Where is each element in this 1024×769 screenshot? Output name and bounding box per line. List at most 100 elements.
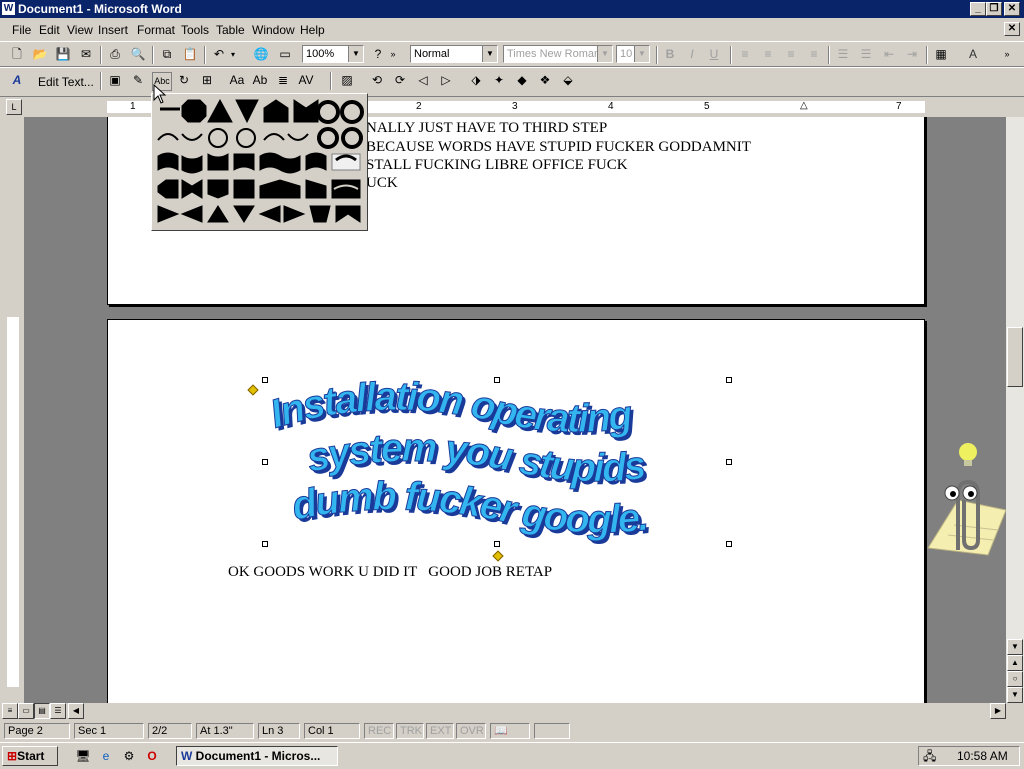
tray-icon[interactable]: 🖧: [923, 749, 936, 763]
status-rec[interactable]: REC: [364, 723, 394, 739]
internet-explorer-icon[interactable]: e: [97, 748, 115, 765]
select-browse-object-icon[interactable]: ○: [1007, 671, 1023, 687]
status-ext[interactable]: EXT: [426, 723, 454, 739]
more-buttons-icon[interactable]: »: [388, 46, 398, 63]
underline-icon[interactable]: U: [705, 46, 723, 63]
menu-view[interactable]: View: [67, 23, 93, 37]
tilt-left-icon[interactable]: ◁: [414, 72, 432, 89]
minimize-button[interactable]: _: [970, 2, 986, 16]
resize-handle[interactable]: [494, 541, 500, 547]
3d-color-icon[interactable]: ❖: [536, 72, 554, 89]
scroll-left-icon[interactable]: ◀: [68, 703, 84, 719]
chevron-down-icon[interactable]: ▾: [228, 46, 238, 63]
web-layout-icon[interactable]: ▭: [18, 703, 34, 719]
menu-file[interactable]: File: [12, 23, 31, 37]
menu-edit[interactable]: Edit: [39, 23, 60, 37]
same-letter-heights-icon[interactable]: Aa: [228, 72, 246, 89]
resize-handle[interactable]: [262, 541, 268, 547]
text-wrapping-icon[interactable]: ⊞: [198, 72, 216, 89]
font-size-select[interactable]: 10 ▼: [616, 45, 650, 63]
vertical-scrollbar[interactable]: ▼ ▲ ○ ▼: [1006, 117, 1024, 703]
resize-handle[interactable]: [494, 377, 500, 383]
insert-wordart-icon[interactable]: A: [8, 72, 26, 89]
print-layout-icon[interactable]: ▤: [34, 703, 50, 719]
alignment-icon[interactable]: ≣: [274, 72, 292, 89]
adjust-handle[interactable]: [247, 384, 259, 396]
wordart-gallery-icon[interactable]: ▣: [106, 72, 124, 89]
table-icon[interactable]: ▭: [276, 46, 294, 63]
free-rotate-icon[interactable]: ↻: [175, 72, 193, 89]
bold-icon[interactable]: B: [661, 46, 679, 63]
scroll-thumb[interactable]: [1007, 327, 1023, 387]
doc-close-button[interactable]: ✕: [1004, 22, 1020, 36]
align-center-icon[interactable]: ≡: [759, 46, 777, 63]
italic-icon[interactable]: I: [683, 46, 701, 63]
tab-selector[interactable]: L: [6, 99, 22, 115]
resize-handle[interactable]: [726, 459, 732, 465]
direction-icon[interactable]: ⬗: [467, 72, 485, 89]
paste-icon[interactable]: 📋: [181, 46, 199, 63]
save-icon[interactable]: 💾: [54, 46, 72, 63]
copy-icon[interactable]: ⧉: [158, 46, 176, 63]
menu-table[interactable]: Table: [216, 23, 245, 37]
previous-page-icon[interactable]: ▲: [1007, 655, 1023, 671]
adjust-handle[interactable]: [492, 550, 504, 562]
character-spacing-icon[interactable]: AV: [297, 72, 315, 89]
numbering-icon[interactable]: ☰: [834, 46, 852, 63]
new-icon[interactable]: 🗋: [8, 46, 26, 63]
bullets-icon[interactable]: ☰: [857, 46, 875, 63]
resize-handle[interactable]: [262, 377, 268, 383]
align-left-icon[interactable]: ≡: [736, 46, 754, 63]
border-icon[interactable]: ▦: [932, 46, 950, 63]
print-icon[interactable]: ⎙: [106, 46, 124, 63]
font-select[interactable]: Times New Roman ▼: [503, 45, 613, 63]
vertical-text-icon[interactable]: Ab: [251, 72, 269, 89]
status-ovr[interactable]: OVR: [456, 723, 486, 739]
tilt-down-icon[interactable]: ⟳: [391, 72, 409, 89]
taskbar-button-word[interactable]: W Document1 - Micros...: [176, 746, 338, 766]
undo-icon[interactable]: ↶: [210, 46, 228, 63]
start-button[interactable]: ⊞Start: [2, 746, 58, 766]
quicklaunch-icon[interactable]: ⚙: [120, 748, 138, 765]
menu-window[interactable]: Window: [252, 23, 295, 37]
font-color-icon[interactable]: A: [964, 46, 982, 63]
vertical-ruler[interactable]: [0, 117, 24, 703]
hyperlink-icon[interactable]: 🌐: [252, 46, 270, 63]
lighting-icon[interactable]: ✦: [490, 72, 508, 89]
print-preview-icon[interactable]: 🔍: [129, 46, 147, 63]
opera-icon[interactable]: O: [143, 748, 161, 765]
spelling-status-icon[interactable]: 📖: [490, 723, 530, 739]
depth-icon[interactable]: ⬙: [559, 72, 577, 89]
office-assistant[interactable]: [918, 440, 1008, 560]
increase-indent-icon[interactable]: ⇥: [903, 46, 921, 63]
zoom-select[interactable]: 100% ▼: [302, 45, 364, 63]
close-button[interactable]: ✕: [1004, 2, 1020, 16]
justify-icon[interactable]: ≡: [805, 46, 823, 63]
decrease-indent-icon[interactable]: ⇤: [880, 46, 898, 63]
outline-view-icon[interactable]: ☰: [50, 703, 66, 719]
horizontal-scrollbar[interactable]: ≡ ▭ ▤ ☰ ◀ ▶: [0, 703, 1024, 719]
status-trk[interactable]: TRK: [396, 723, 424, 739]
title-bar[interactable]: W Document1 - Microsoft Word _ ❐ ✕: [0, 0, 1024, 18]
show-desktop-icon[interactable]: 🖥: [74, 748, 92, 765]
menu-insert[interactable]: Insert: [98, 23, 128, 37]
normal-view-icon[interactable]: ≡: [2, 703, 18, 719]
edit-text-button[interactable]: Edit Text...: [38, 75, 94, 89]
resize-handle[interactable]: [262, 459, 268, 465]
more-buttons-icon-2[interactable]: »: [1000, 46, 1014, 63]
wordart-shape-palette[interactable]: [151, 93, 368, 231]
style-select[interactable]: Normal ▼: [410, 45, 498, 63]
help-icon[interactable]: ?: [369, 46, 387, 63]
wordart-object[interactable]: Installation operating Installation oper…: [247, 374, 732, 562]
resize-handle[interactable]: [726, 377, 732, 383]
menu-help[interactable]: Help: [300, 23, 325, 37]
scroll-down-icon[interactable]: ▼: [1007, 639, 1023, 655]
page-2[interactable]: Installation operating Installation oper…: [107, 319, 925, 703]
format-wordart-icon[interactable]: ✎: [129, 72, 147, 89]
surface-icon[interactable]: ◆: [513, 72, 531, 89]
resize-handle[interactable]: [726, 541, 732, 547]
open-icon[interactable]: 📂: [31, 46, 49, 63]
tilt-up-icon[interactable]: ⟲: [368, 72, 386, 89]
menu-tools[interactable]: Tools: [181, 23, 209, 37]
right-indent-marker[interactable]: △: [800, 100, 808, 111]
